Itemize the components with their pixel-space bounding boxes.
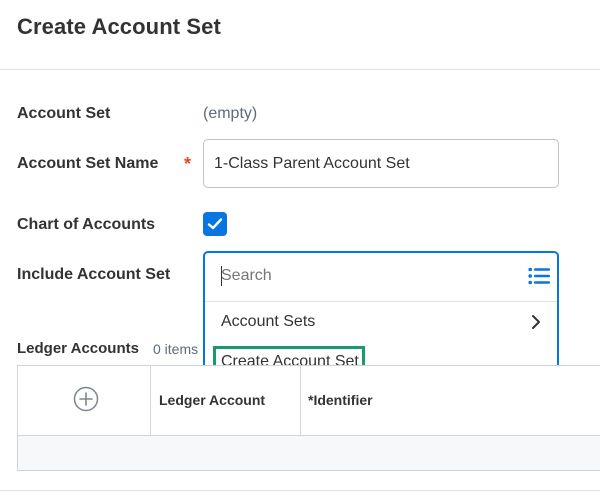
text-caret <box>221 266 222 286</box>
list-icon[interactable] <box>528 267 550 285</box>
grid-empty-row <box>18 436 600 470</box>
account-set-name-value: 1-Class Parent Account Set <box>214 155 410 172</box>
chart-of-accounts-label: Chart of Accounts <box>17 216 156 233</box>
page-title: Create Account Set <box>17 14 221 39</box>
menu-item-account-sets-label: Account Sets <box>221 313 316 330</box>
checkmark-icon <box>207 218 223 230</box>
account-set-name-field[interactable]: 1-Class Parent Account Set <box>203 139 559 188</box>
include-account-set-label: Include Account Set <box>17 266 171 283</box>
header-divider <box>0 69 600 70</box>
ledger-accounts-grid: Ledger Account *Identifier <box>17 365 600 471</box>
chart-of-accounts-checkbox[interactable] <box>203 212 227 236</box>
required-indicator: * <box>184 154 192 174</box>
account-set-value: (empty) <box>203 105 258 122</box>
column-divider <box>150 366 151 435</box>
include-account-set-prompt[interactable]: Account Sets Create Account Set <box>203 251 559 383</box>
ledger-accounts-title: Ledger Accounts <box>17 340 139 357</box>
prompt-search-input[interactable] <box>221 267 501 285</box>
ledger-accounts-count: 0 items <box>153 341 199 357</box>
account-set-label: Account Set <box>17 105 111 122</box>
column-header-ledger-account[interactable]: Ledger Account <box>159 392 265 408</box>
account-set-name-label: Account Set Name <box>17 155 159 172</box>
grid-header: Ledger Account *Identifier <box>18 366 600 436</box>
column-divider <box>300 366 301 435</box>
menu-item-account-sets[interactable]: Account Sets <box>205 302 557 342</box>
add-circle-icon[interactable] <box>73 386 99 412</box>
column-header-identifier[interactable]: *Identifier <box>308 392 373 408</box>
prompt-search-row <box>205 253 557 302</box>
chevron-right-icon <box>532 315 540 329</box>
bottom-divider <box>0 490 600 491</box>
